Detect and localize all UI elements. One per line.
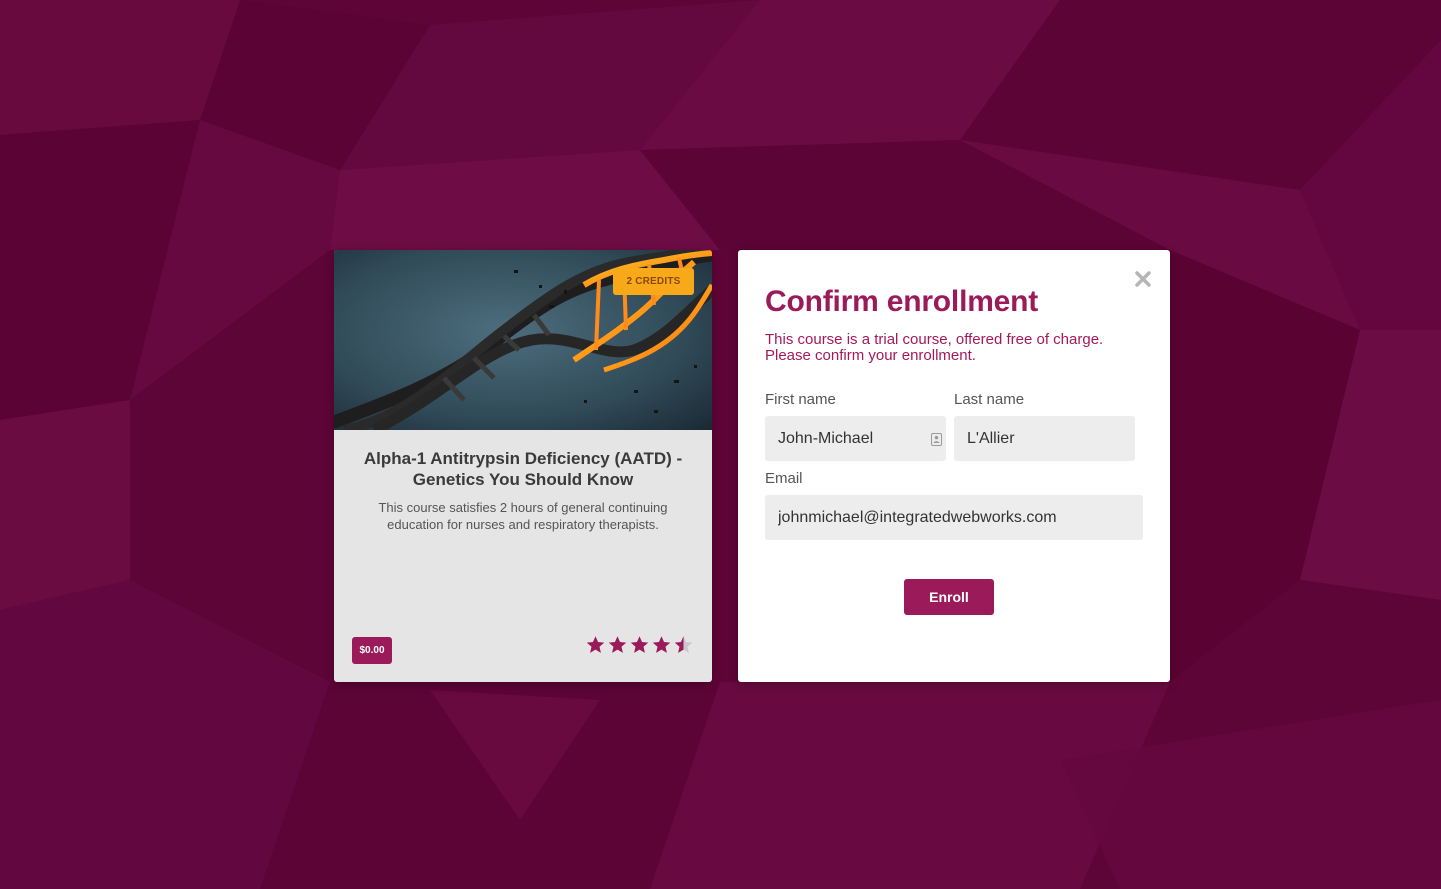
- email-label: Email: [765, 470, 803, 487]
- star-rating: [585, 634, 694, 662]
- half-star-icon: [674, 636, 693, 653]
- last-name-label: Last name: [954, 391, 1025, 408]
- confirm-enrollment-modal: Confirm enrollment This course is a tria…: [738, 250, 1170, 682]
- price-badge: $0.00: [352, 637, 392, 664]
- modal-title: Confirm enrollment: [765, 285, 1039, 318]
- contact-card-icon[interactable]: [931, 433, 942, 446]
- star-icon: [586, 636, 605, 653]
- first-name-input[interactable]: [765, 416, 946, 461]
- course-description: This course satisfies 2 hours of general…: [378, 500, 668, 532]
- last-name-input[interactable]: [954, 416, 1135, 461]
- course-title[interactable]: Alpha-1 Antitrypsin Deficiency (AATD) - …: [350, 448, 696, 490]
- close-icon[interactable]: [1134, 270, 1152, 288]
- credits-badge: 2 CREDITS: [613, 268, 694, 295]
- email-input[interactable]: [765, 495, 1143, 540]
- course-card[interactable]: 2 CREDITS Alpha-1 Antitrypsin Deficiency…: [334, 250, 712, 682]
- page-background: [0, 0, 1441, 889]
- modal-message: This course is a trial course, offered f…: [765, 331, 1104, 364]
- enroll-button[interactable]: Enroll: [904, 579, 994, 615]
- star-icon: [652, 636, 671, 653]
- star-icon: [630, 636, 649, 653]
- first-name-label: First name: [765, 391, 836, 408]
- star-icon: [608, 636, 627, 653]
